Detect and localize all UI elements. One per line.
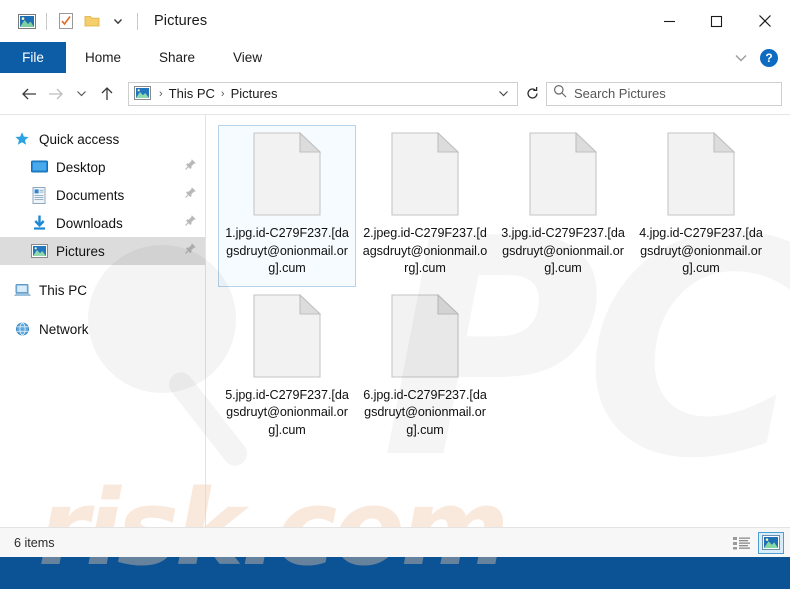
- view-toggle-group: [728, 532, 784, 554]
- navigation-pane: Quick access Desktop Documents Downloads Pic…: [0, 115, 206, 527]
- file-name-label: 4.jpg.id-C279F237.[dagsdruyt@onionmail.o…: [637, 225, 765, 278]
- file-name-label: 3.jpg.id-C279F237.[dagsdruyt@onionmail.o…: [499, 225, 627, 278]
- generic-file-icon: [391, 294, 459, 378]
- help-button[interactable]: ?: [760, 49, 778, 67]
- file-name-label: 6.jpg.id-C279F237.[dagsdruyt@onionmail.o…: [361, 387, 489, 440]
- item-count-label: 6 items: [14, 536, 55, 550]
- tab-view[interactable]: View: [214, 42, 281, 73]
- file-grid: 1.jpg.id-C279F237.[dagsdruyt@onionmail.o…: [218, 125, 790, 448]
- generic-file-icon: [253, 132, 321, 216]
- file-name-label: 1.jpg.id-C279F237.[dagsdruyt@onionmail.o…: [223, 225, 351, 278]
- large-icons-view-icon[interactable]: [758, 532, 784, 554]
- chevron-down-icon[interactable]: [728, 45, 754, 71]
- navigation-bar: › This PC › Pictures: [0, 73, 790, 115]
- maximize-button[interactable]: [693, 0, 740, 42]
- downloads-icon: [29, 215, 49, 231]
- sidebar-item-label: Desktop: [56, 160, 106, 175]
- quick-access-toolbar: [14, 8, 144, 34]
- documents-icon: [29, 187, 49, 204]
- new-folder-icon[interactable]: [79, 8, 105, 34]
- file-explorer-window: Pictures File Home Share View ?: [0, 0, 790, 557]
- file-tile[interactable]: 5.jpg.id-C279F237.[dagsdruyt@onionmail.o…: [218, 287, 356, 449]
- file-tile[interactable]: 3.jpg.id-C279F237.[dagsdruyt@onionmail.o…: [494, 125, 632, 287]
- sidebar-item-label: Downloads: [56, 216, 123, 231]
- status-bar: 6 items: [0, 527, 790, 557]
- toolbar-divider: [46, 13, 47, 30]
- search-input[interactable]: [574, 86, 775, 101]
- properties-checklist-icon[interactable]: [53, 8, 79, 34]
- pin-icon[interactable]: [184, 242, 197, 260]
- pin-icon[interactable]: [184, 186, 197, 204]
- network-icon: [12, 322, 32, 337]
- generic-file-icon: [253, 294, 321, 378]
- tab-home[interactable]: Home: [66, 42, 140, 73]
- up-button[interactable]: [94, 81, 120, 107]
- ribbon-right-controls: ?: [728, 42, 790, 73]
- pictures-icon: [29, 244, 49, 258]
- close-button[interactable]: [740, 0, 790, 42]
- star-icon: [12, 131, 32, 147]
- sidebar-group-gap: [0, 265, 205, 276]
- file-tile[interactable]: 1.jpg.id-C279F237.[dagsdruyt@onionmail.o…: [218, 125, 356, 287]
- toolbar-divider-2: [137, 13, 138, 30]
- file-tile[interactable]: 4.jpg.id-C279F237.[dagsdruyt@onionmail.o…: [632, 125, 770, 287]
- sidebar-item-documents[interactable]: Documents: [0, 181, 205, 209]
- ribbon-tab-bar: File Home Share View ?: [0, 42, 790, 73]
- navigation-list: Quick access Desktop Documents Downloads Pic…: [0, 125, 205, 343]
- address-bar[interactable]: › This PC › Pictures: [128, 82, 518, 106]
- search-icon: [553, 84, 567, 103]
- sidebar-item-label: Documents: [56, 188, 124, 203]
- sidebar-item-network[interactable]: Network: [0, 315, 205, 343]
- refresh-button[interactable]: [518, 81, 546, 107]
- sidebar-item-label: This PC: [39, 283, 87, 298]
- file-name-label: 2.jpeg.id-C279F237.[dagsdruyt@onionmail.…: [361, 225, 489, 278]
- file-list-view[interactable]: PC 1.jpg.id-C279F237.[dagsdruyt@onionmai…: [206, 115, 790, 527]
- sidebar-item-pictures[interactable]: Pictures: [0, 237, 205, 265]
- file-tile[interactable]: 6.jpg.id-C279F237.[dagsdruyt@onionmail.o…: [356, 287, 494, 449]
- sidebar-item-desktop[interactable]: Desktop: [0, 153, 205, 181]
- details-view-icon[interactable]: [728, 532, 754, 554]
- customize-chevron-icon[interactable]: [105, 8, 131, 34]
- pin-icon[interactable]: [184, 158, 197, 176]
- recent-locations-icon[interactable]: [68, 81, 94, 107]
- generic-file-icon: [667, 132, 735, 216]
- sidebar-item-this-pc[interactable]: This PC: [0, 276, 205, 304]
- minimize-button[interactable]: [646, 0, 693, 42]
- sidebar-item-label: Quick access: [39, 132, 119, 147]
- search-box[interactable]: [546, 82, 782, 106]
- desktop-icon: [29, 160, 49, 174]
- sidebar-item-quick-access[interactable]: Quick access: [0, 125, 205, 153]
- tab-share[interactable]: Share: [140, 42, 214, 73]
- explorer-body: Quick access Desktop Documents Downloads Pic…: [0, 115, 790, 527]
- this-pc-icon: [12, 283, 32, 298]
- chevron-down-icon[interactable]: [493, 87, 513, 101]
- breadcrumb-separator-2: ›: [217, 88, 229, 100]
- title-bar: Pictures: [0, 0, 790, 42]
- sidebar-item-label: Network: [39, 322, 89, 337]
- file-name-label: 5.jpg.id-C279F237.[dagsdruyt@onionmail.o…: [223, 387, 351, 440]
- generic-file-icon: [391, 132, 459, 216]
- breadcrumb-pictures[interactable]: Pictures: [229, 86, 280, 101]
- file-tile[interactable]: 2.jpeg.id-C279F237.[dagsdruyt@onionmail.…: [356, 125, 494, 287]
- sidebar-item-downloads[interactable]: Downloads: [0, 209, 205, 237]
- forward-button[interactable]: [42, 81, 68, 107]
- pin-icon[interactable]: [184, 214, 197, 232]
- breadcrumb-this-pc[interactable]: This PC: [167, 86, 217, 101]
- sidebar-group-gap: [0, 304, 205, 315]
- tab-file[interactable]: File: [0, 42, 66, 73]
- window-controls: [646, 0, 790, 42]
- sidebar-item-label: Pictures: [56, 244, 105, 259]
- generic-file-icon: [529, 132, 597, 216]
- back-button[interactable]: [16, 81, 42, 107]
- breadcrumb-separator-1: ›: [155, 88, 167, 100]
- window-title: Pictures: [154, 13, 207, 29]
- pictures-icon: [134, 86, 151, 101]
- pictures-icon[interactable]: [14, 8, 40, 34]
